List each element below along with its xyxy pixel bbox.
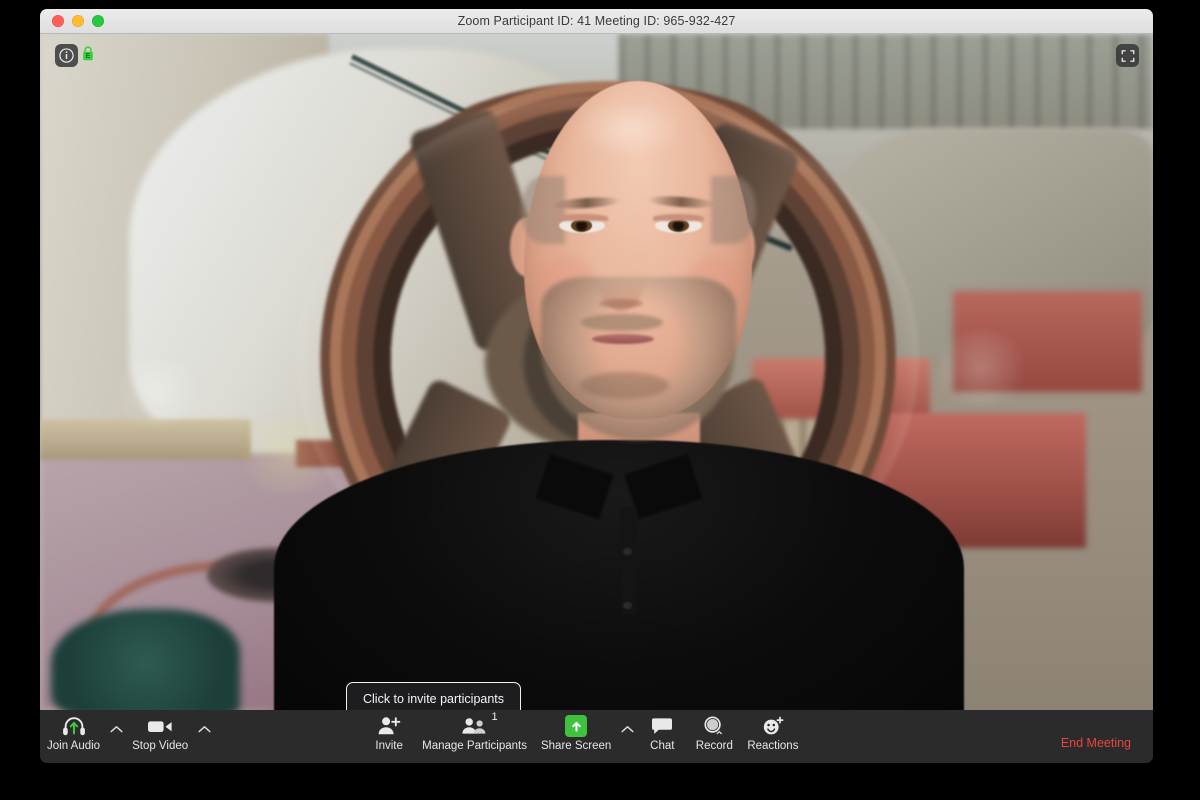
smiley-plus-icon: [761, 714, 785, 738]
encryption-letter: E: [86, 53, 91, 60]
share-screen-green-box: [565, 715, 588, 737]
participants-count-badge: 1: [491, 711, 498, 723]
video-options-caret[interactable]: [196, 714, 212, 740]
encryption-status-badge[interactable]: E: [82, 46, 94, 61]
video-stage[interactable]: E Click to invite participants: [40, 34, 1153, 710]
meeting-toolbar: Join Audio Stop Video Invite 1 Manage Pa…: [40, 710, 1153, 763]
toolbar-label-invite: Invite: [375, 740, 403, 752]
chevron-up-icon: [110, 725, 123, 732]
info-icon: [59, 48, 74, 63]
chevron-up-icon: [198, 725, 211, 732]
zoom-button[interactable]: [92, 15, 104, 27]
toolbar-button-manage-participants[interactable]: 1 Manage Participants: [415, 711, 534, 752]
end-meeting-button[interactable]: End Meeting: [1061, 736, 1131, 750]
window-title: Zoom Participant ID: 41 Meeting ID: 965-…: [457, 14, 736, 28]
toolbar-label-chat: Chat: [650, 740, 675, 752]
invite-tooltip: Click to invite participants: [346, 682, 522, 710]
participant-video-figure: [40, 34, 1153, 710]
toolbar-label-manage-participants: Manage Participants: [422, 740, 527, 752]
chat-bubble-icon: [651, 714, 673, 738]
toolbar-button-share-screen[interactable]: Share Screen: [534, 714, 618, 752]
person-add-icon: [377, 714, 401, 738]
share-screen-options-caret[interactable]: [619, 714, 635, 740]
minimize-button[interactable]: [72, 15, 84, 27]
video-camera-icon: [147, 714, 173, 738]
toolbar-label-share-screen: Share Screen: [540, 740, 612, 752]
toolbar-button-join-audio[interactable]: Join Audio: [40, 714, 107, 752]
chevron-up-icon: [621, 725, 634, 732]
close-button[interactable]: [52, 15, 64, 27]
toolbar-label-reactions: Reactions: [747, 740, 799, 752]
toolbar-button-reactions[interactable]: Reactions: [740, 714, 805, 752]
record-circle-icon: [702, 714, 726, 738]
toolbar-button-stop-video[interactable]: Stop Video: [125, 714, 195, 752]
share-screen-icon: [565, 714, 588, 738]
audio-options-caret[interactable]: [108, 714, 124, 740]
toolbar-label-record: Record: [695, 740, 733, 752]
toolbar-label-stop-video: Stop Video: [132, 740, 189, 752]
people-icon: 1: [461, 711, 498, 738]
toolbar-button-record[interactable]: Record: [688, 714, 740, 752]
tooltip-text: Click to invite participants: [363, 692, 505, 706]
toolbar-button-invite[interactable]: Invite: [363, 714, 415, 752]
traffic-light-buttons: [52, 15, 104, 27]
enter-fullscreen-button[interactable]: [1116, 44, 1139, 67]
toolbar-label-join-audio: Join Audio: [47, 740, 101, 752]
window-titlebar: Zoom Participant ID: 41 Meeting ID: 965-…: [40, 9, 1153, 34]
fullscreen-icon: [1121, 49, 1134, 62]
headphone-icon: [62, 714, 86, 738]
meeting-info-button[interactable]: [55, 44, 78, 67]
lock-icon: E: [83, 46, 93, 61]
toolbar-button-chat[interactable]: Chat: [636, 714, 688, 752]
zoom-meeting-window: Zoom Participant ID: 41 Meeting ID: 965-…: [40, 9, 1153, 763]
